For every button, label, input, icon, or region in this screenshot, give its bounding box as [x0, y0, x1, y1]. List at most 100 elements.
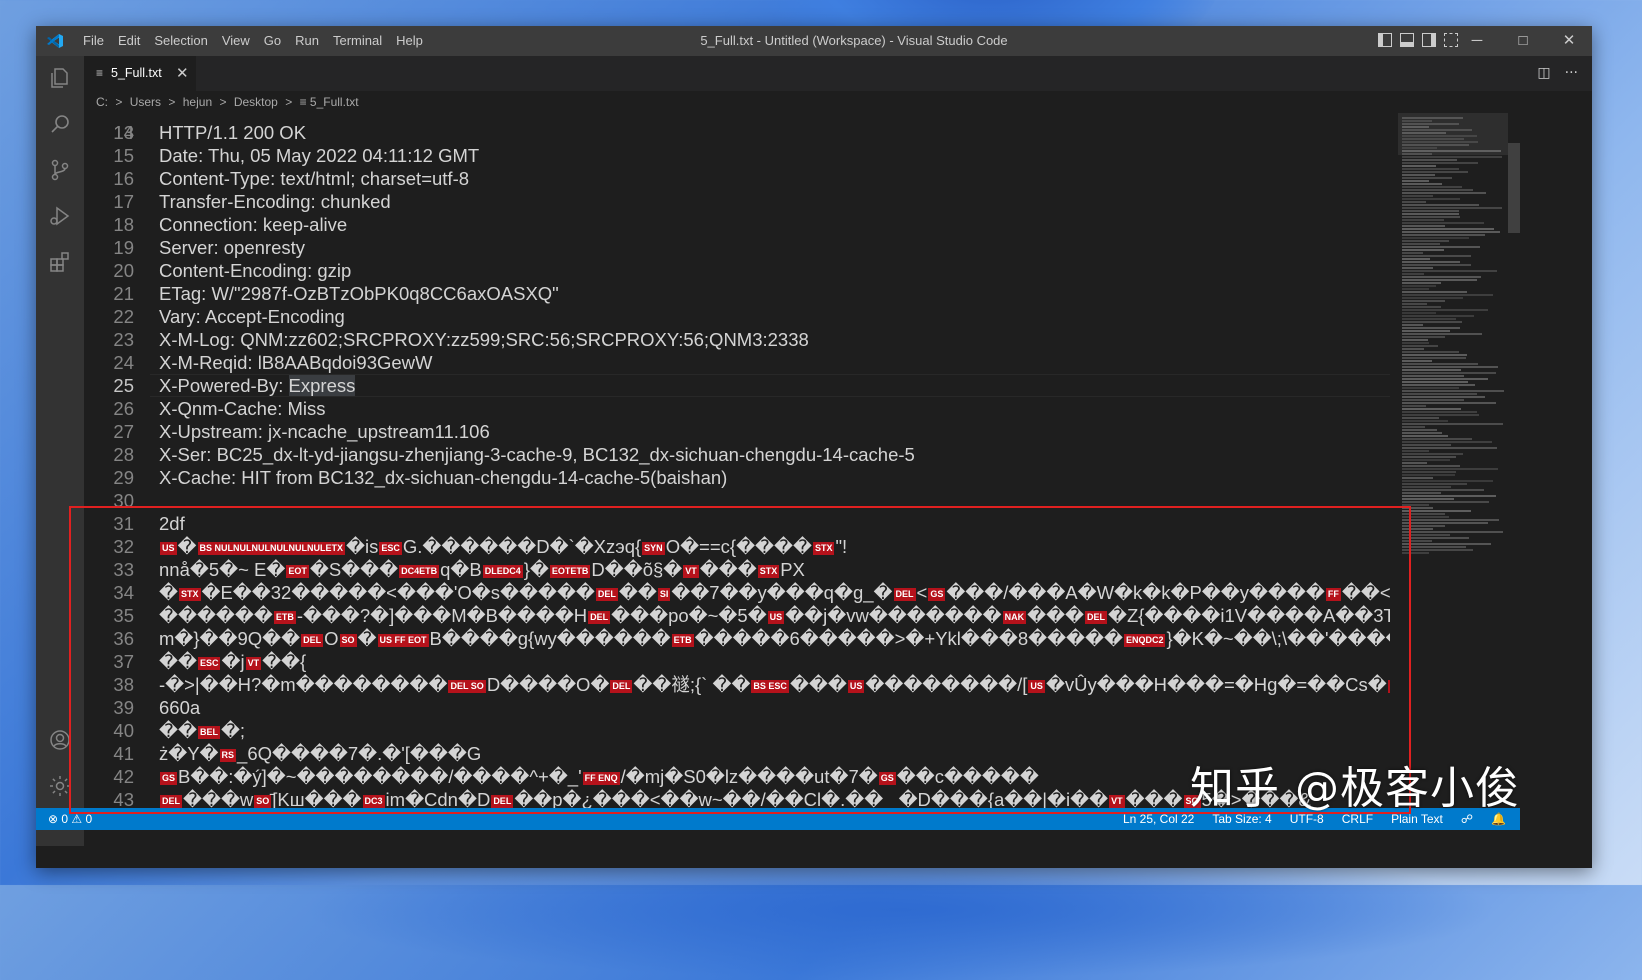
- scrollbar-thumb[interactable]: [1508, 143, 1520, 233]
- editor-line[interactable]: 22 Vary: Accept-Encoding: [84, 305, 1390, 328]
- minimap-line: [1402, 297, 1463, 299]
- editor-line[interactable]: 32 US � BS NULNULNULNULNULNULETX �is ESC G.���…: [84, 535, 1390, 558]
- editor-line[interactable]: 27 X-Upstream: jx-ncache_upstream11.106: [84, 420, 1390, 443]
- editor-line[interactable]: 33 nnå�5�~ E� EOT �S��� DC4ETB q�B DLEDC4}� EOT…: [84, 558, 1390, 581]
- toggle-secondary-sidebar-icon[interactable]: [1422, 33, 1436, 47]
- editor-line[interactable]: 38 -�>|��H?�m�������� DEL SO D����O� DEL ��禭;…: [84, 673, 1390, 696]
- editor-line[interactable]: 25 X-Powered-By: Express: [84, 374, 1390, 397]
- minimap-line: [1402, 234, 1485, 236]
- menu-selection[interactable]: Selection: [147, 26, 214, 56]
- editor-line[interactable]: 17 Transfer-Encoding: chunked: [84, 190, 1390, 213]
- toggle-panel-icon[interactable]: [1400, 33, 1414, 47]
- minimap-line: [1402, 219, 1444, 221]
- minimap-line: [1402, 210, 1459, 212]
- editor-line[interactable]: 26 X-Qnm-Cache: Miss: [84, 397, 1390, 420]
- explorer-icon[interactable]: [48, 66, 72, 90]
- source-control-icon[interactable]: [48, 158, 72, 182]
- line-number: 38: [113, 674, 134, 695]
- minimap-line: [1402, 357, 1466, 359]
- problems-indicator[interactable]: ⊗ 0 ⚠ 0: [48, 808, 92, 830]
- minimap-line: [1402, 417, 1439, 419]
- editor-line[interactable]: 16 Content-Type: text/html; charset=utf-8: [84, 167, 1390, 190]
- breadcrumb-separator: >: [285, 95, 293, 109]
- minimap[interactable]: [1398, 113, 1508, 846]
- minimap-line: [1402, 183, 1442, 185]
- editor-line[interactable]: 39 660a: [84, 696, 1390, 719]
- tab-5-full-txt[interactable]: ≡ 5_Full.txt ✕: [84, 56, 196, 91]
- extensions-icon[interactable]: [48, 250, 72, 274]
- minimap-line: [1402, 156, 1502, 158]
- split-editor-icon[interactable]: ◫: [1537, 56, 1550, 91]
- control-character-badge: STX: [178, 587, 201, 601]
- line-content: X-M-Reqid: lB8AABqdoi93GewW: [159, 352, 433, 373]
- minimap-line: [1402, 189, 1473, 191]
- editor-line[interactable]: 34 � STX �E��32�����<���'O�s����� DEL �� SI ��7…: [84, 581, 1390, 604]
- line-content: Vary: Accept-Encoding: [159, 306, 345, 327]
- menu-file[interactable]: File: [76, 26, 111, 56]
- breadcrumb-file[interactable]: ≡ 5_Full.txt: [300, 95, 359, 109]
- minimap-line: [1402, 444, 1451, 446]
- line-number: 33: [113, 559, 134, 580]
- text-editor[interactable]: 13 14 HTTP/1.1 200 OK 15 Date: Thu, 05 May …: [84, 113, 1390, 846]
- line-content: GS B��:�ý]�~��������/����^+�_' FF ENQ/�mj�…: [160, 766, 1039, 787]
- accounts-icon[interactable]: [48, 728, 72, 752]
- more-actions-icon[interactable]: ···: [1565, 56, 1578, 91]
- minimap-line: [1402, 222, 1484, 224]
- control-character-badge: DEL: [491, 794, 514, 808]
- breadcrumb-hejun[interactable]: hejun: [183, 95, 212, 109]
- menu-go[interactable]: Go: [257, 26, 288, 56]
- minimap-line: [1402, 348, 1424, 350]
- editor-line[interactable]: 20 Content-Encoding: gzip: [84, 259, 1390, 282]
- run-debug-icon[interactable]: [48, 204, 72, 228]
- editor-line[interactable]: 28 X-Ser: BC25_dx-lt-yd-jiangsu-zhenjiang…: [84, 443, 1390, 466]
- control-character-badge: SYN: [642, 541, 665, 555]
- line-number: 29: [113, 467, 134, 488]
- cursor-position[interactable]: Ln 25, Col 22: [1123, 808, 1194, 830]
- control-character-badge: FF: [1325, 587, 1341, 601]
- toggle-primary-sidebar-icon[interactable]: [1378, 33, 1392, 47]
- breadcrumb-users[interactable]: Users: [130, 95, 161, 109]
- editor-line[interactable]: 23 X-M-Log: QNM:zz602;SRCPROXY:zz599;SRC:…: [84, 328, 1390, 351]
- minimap-line: [1402, 426, 1425, 428]
- breadcrumb-desktop[interactable]: Desktop: [234, 95, 278, 109]
- search-icon[interactable]: [48, 112, 72, 136]
- control-character-badge: BS NULNULNULNULNULNULETX: [197, 541, 345, 555]
- editor-line[interactable]: 36 m�}��9Q�� DEL O SO � US FF EOT B����g{wy����…: [84, 627, 1390, 650]
- minimap-line: [1402, 471, 1456, 473]
- minimap-line: [1402, 228, 1494, 230]
- editor-line[interactable]: 35 ������ ETB -���?�]���M�B����H DEL ���po�~�…: [84, 604, 1390, 627]
- minimap-line: [1402, 261, 1460, 263]
- minimap-line: [1402, 366, 1498, 368]
- menu-terminal[interactable]: Terminal: [326, 26, 389, 56]
- editor-line[interactable]: 40 �� BEL �;: [84, 719, 1390, 742]
- menu-edit[interactable]: Edit: [111, 26, 147, 56]
- maximize-button[interactable]: □: [1500, 26, 1546, 56]
- editor-line[interactable]: 15 Date: Thu, 05 May 2022 04:11:12 GMT: [84, 144, 1390, 167]
- editor-line[interactable]: 24 X-M-Reqid: lB8AABqdoi93GewW: [84, 351, 1390, 374]
- minimize-button[interactable]: ─: [1454, 26, 1500, 56]
- editor-line[interactable]: 30: [84, 489, 1390, 512]
- editor-line[interactable]: 19 Server: openresty: [84, 236, 1390, 259]
- tab-close-icon[interactable]: ✕: [176, 56, 189, 91]
- editor-line[interactable]: 13: [84, 113, 1390, 143]
- menu-run[interactable]: Run: [288, 26, 326, 56]
- minimap-line: [1402, 429, 1437, 431]
- menu-view[interactable]: View: [215, 26, 257, 56]
- minimap-line: [1402, 414, 1479, 416]
- editor-line[interactable]: 31 2df: [84, 512, 1390, 535]
- editor-line[interactable]: 21 ETag: W/"2987f-OzBTzObPK0q8CC6axOASXQ": [84, 282, 1390, 305]
- line-content: US � BS NULNULNULNULNULNULETX �is ESC G.�����…: [160, 536, 848, 557]
- line-content: X-Cache: HIT from BC132_dx-sichuan-cheng…: [159, 467, 728, 488]
- editor-line[interactable]: 29 X-Cache: HIT from BC132_dx-sichuan-che…: [84, 466, 1390, 489]
- settings-gear-icon[interactable]: [48, 774, 72, 798]
- editor-line[interactable]: 18 Connection: keep-alive: [84, 213, 1390, 236]
- editor-tab-bar: ≡ 5_Full.txt ✕ ◫ ···: [84, 56, 1592, 91]
- menu-help[interactable]: Help: [389, 26, 430, 56]
- line-content: X-Qnm-Cache: Miss: [159, 398, 326, 419]
- close-button[interactable]: ✕: [1546, 26, 1592, 56]
- vertical-scrollbar[interactable]: [1508, 113, 1520, 846]
- editor-line[interactable]: 14 HTTP/1.1 200 OK: [84, 121, 1390, 144]
- minimap-line: [1402, 411, 1477, 413]
- breadcrumb-drive[interactable]: C:: [96, 95, 108, 109]
- editor-line[interactable]: 37 �� ESC �j VT ��{: [84, 650, 1390, 673]
